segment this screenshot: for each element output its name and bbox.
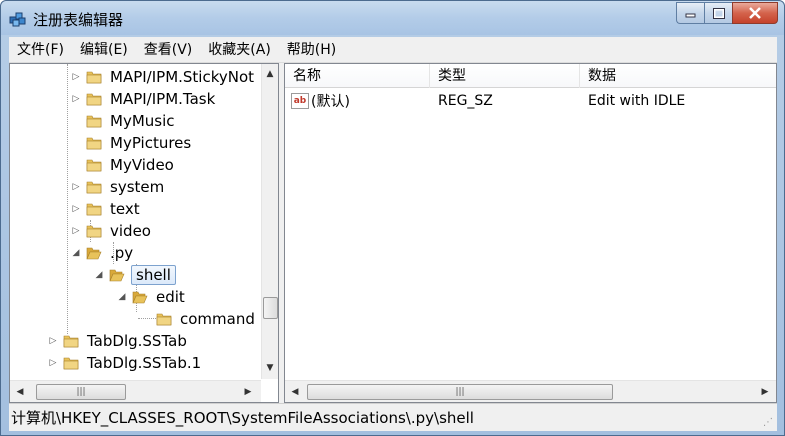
key-tree: ▷ MAPI/IPM.StickyNot ▷ MAPI/IPM.Task MyM… xyxy=(10,64,262,379)
folder-icon xyxy=(86,69,102,85)
tree-item[interactable]: MyMusic xyxy=(70,110,177,132)
folder-icon xyxy=(86,201,102,217)
registry-editor-window: 注册表编辑器 文件(F) 编辑(E) 查看(V) 收藏夹(A) 帮助(H) ▷ … xyxy=(0,0,785,436)
menu-view[interactable]: 查看(V) xyxy=(136,39,201,61)
tree-horizontal-scrollbar[interactable]: ◀ ||| ▶ xyxy=(10,380,261,402)
folder-icon xyxy=(86,179,102,195)
folder-icon xyxy=(86,135,102,151)
tree-item[interactable]: ◢ .py xyxy=(70,242,135,264)
column-header-data[interactable]: 数据 xyxy=(580,64,776,88)
status-bar: 计算机\HKEY_CLASSES_ROOT\SystemFileAssociat… xyxy=(9,403,777,431)
tree-item[interactable]: ▷ text xyxy=(70,198,142,220)
folder-icon xyxy=(156,311,172,327)
column-header-name[interactable]: 名称 xyxy=(285,64,430,88)
open-folder-icon xyxy=(132,289,148,305)
tree-item[interactable]: command xyxy=(140,308,257,330)
registry-editor-icon xyxy=(9,12,26,27)
scroll-right-icon[interactable]: ▶ xyxy=(240,384,256,400)
open-folder-icon xyxy=(86,245,102,261)
folder-icon xyxy=(63,355,79,371)
maximize-icon xyxy=(712,7,725,19)
collapse-arrow-icon[interactable]: ◢ xyxy=(93,269,105,281)
folder-icon xyxy=(86,157,102,173)
scroll-right-icon[interactable]: ▶ xyxy=(757,384,773,400)
window-title: 注册表编辑器 xyxy=(33,11,124,29)
scroll-up-icon[interactable]: ▲ xyxy=(262,66,278,82)
tree-vertical-scrollbar[interactable]: ▲ ▼ xyxy=(261,64,278,379)
string-value-icon: ab xyxy=(291,93,309,109)
tree-item[interactable]: ▷ video xyxy=(70,220,153,242)
tree-item[interactable]: ▷ MAPI/IPM.Task xyxy=(70,88,217,110)
list-hscroll-thumb[interactable]: ||| xyxy=(307,384,613,400)
menu-help[interactable]: 帮助(H) xyxy=(279,39,344,61)
title-bar[interactable]: 注册表编辑器 xyxy=(1,1,784,35)
scroll-down-icon[interactable]: ▼ xyxy=(262,360,278,376)
close-icon xyxy=(749,7,761,19)
column-header-type[interactable]: 类型 xyxy=(430,64,580,88)
tree-hscroll-thumb[interactable]: ||| xyxy=(36,384,126,400)
tree-item[interactable]: ▷ MAPI/IPM.StickyNot xyxy=(70,66,256,88)
folder-icon xyxy=(63,333,79,349)
tree-item[interactable]: ▷ TabDlg.SSTab xyxy=(47,330,189,352)
expand-arrow-icon[interactable]: ▷ xyxy=(70,225,82,237)
tree-item[interactable]: ▷ system xyxy=(70,176,166,198)
expand-arrow-icon[interactable]: ▷ xyxy=(70,203,82,215)
tree-item[interactable]: ▷ TabDlg.SSTab.1 xyxy=(47,352,203,374)
folder-icon xyxy=(86,91,102,107)
scroll-left-icon[interactable]: ◀ xyxy=(12,384,28,400)
expand-arrow-icon[interactable]: ▷ xyxy=(70,71,82,83)
tree-item[interactable]: ◢ edit xyxy=(116,286,187,308)
main-content: ▷ MAPI/IPM.StickyNot ▷ MAPI/IPM.Task MyM… xyxy=(9,63,777,403)
expand-arrow-icon[interactable]: ▷ xyxy=(70,93,82,105)
minimize-button[interactable] xyxy=(676,2,704,24)
resize-grip-icon[interactable]: ⋰ xyxy=(763,417,775,429)
menu-file[interactable]: 文件(F) xyxy=(9,39,72,61)
tree-vscroll-thumb[interactable] xyxy=(263,297,278,319)
values-list-pane: 名称 类型 数据 ab (默认) REG_SZ Edit with IDLE ◀… xyxy=(284,63,777,403)
value-type: REG_SZ xyxy=(438,93,493,109)
value-name: (默认) xyxy=(311,94,350,110)
value-row[interactable]: ab (默认) REG_SZ Edit with IDLE xyxy=(285,90,776,112)
tree-item[interactable]: MyVideo xyxy=(70,154,176,176)
folder-icon xyxy=(86,223,102,239)
value-data: Edit with IDLE xyxy=(588,93,686,109)
expand-arrow-icon[interactable]: ▷ xyxy=(70,181,82,193)
collapse-arrow-icon[interactable]: ◢ xyxy=(70,247,82,259)
collapse-arrow-icon[interactable]: ◢ xyxy=(116,291,128,303)
key-tree-pane: ▷ MAPI/IPM.StickyNot ▷ MAPI/IPM.Task MyM… xyxy=(9,63,279,403)
menu-favorites[interactable]: 收藏夹(A) xyxy=(200,39,279,61)
menu-bar: 文件(F) 编辑(E) 查看(V) 收藏夹(A) 帮助(H) xyxy=(9,37,777,63)
scroll-left-icon[interactable]: ◀ xyxy=(287,384,303,400)
expand-arrow-icon[interactable]: ▷ xyxy=(47,335,59,347)
status-path: 计算机\HKEY_CLASSES_ROOT\SystemFileAssociat… xyxy=(11,409,474,427)
list-horizontal-scrollbar[interactable]: ◀ ||| ▶ xyxy=(285,380,776,402)
tree-item[interactable]: MyPictures xyxy=(70,132,193,154)
open-folder-icon xyxy=(109,267,125,283)
minimize-icon xyxy=(685,13,695,18)
folder-icon xyxy=(86,113,102,129)
tree-item-selected[interactable]: ◢ shell xyxy=(93,264,176,286)
maximize-button[interactable] xyxy=(704,2,732,24)
expand-arrow-icon[interactable]: ▷ xyxy=(47,357,59,369)
menu-edit[interactable]: 编辑(E) xyxy=(72,39,136,61)
close-button[interactable] xyxy=(732,2,778,24)
list-header: 名称 类型 数据 xyxy=(285,64,776,88)
